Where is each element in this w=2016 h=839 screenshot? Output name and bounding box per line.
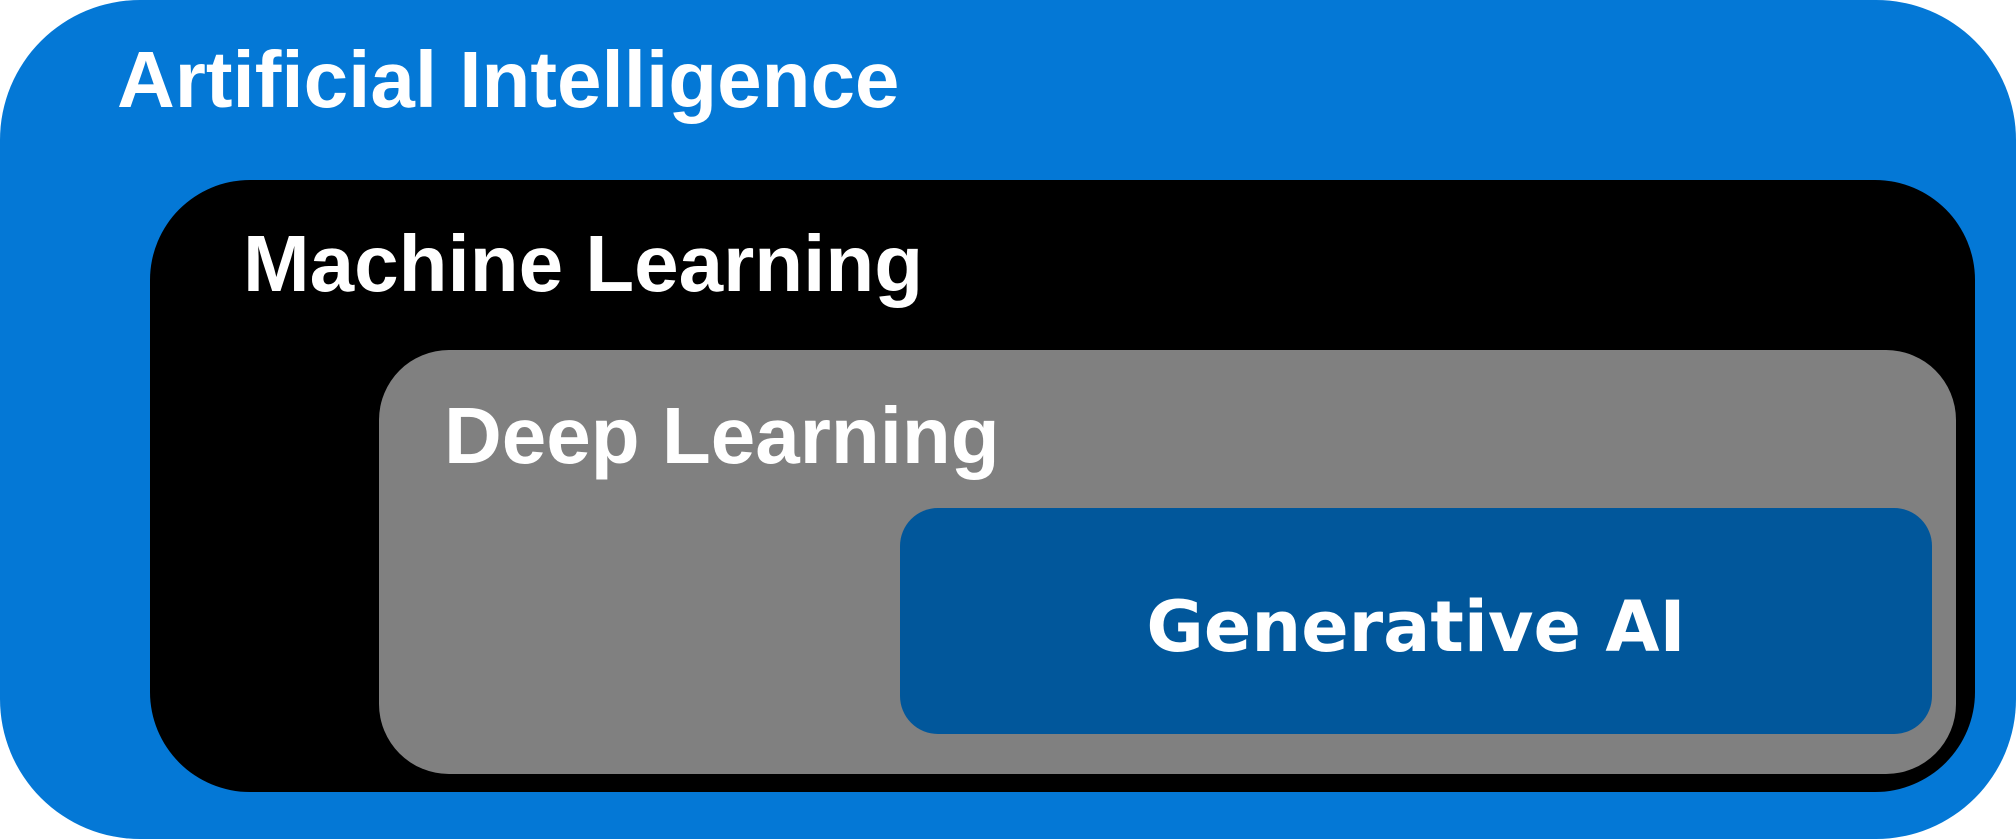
- machine-learning-label: Machine Learning: [243, 219, 924, 308]
- artificial-intelligence-label: Artificial Intelligence: [117, 35, 900, 124]
- deep-learning-label: Deep Learning: [444, 391, 1000, 480]
- nested-ai-diagram: Artificial Intelligence Machine Learning…: [0, 0, 2016, 839]
- generative-ai-label: Generative AI: [1146, 586, 1686, 668]
- generative-ai-box: Generative AI: [900, 508, 1932, 734]
